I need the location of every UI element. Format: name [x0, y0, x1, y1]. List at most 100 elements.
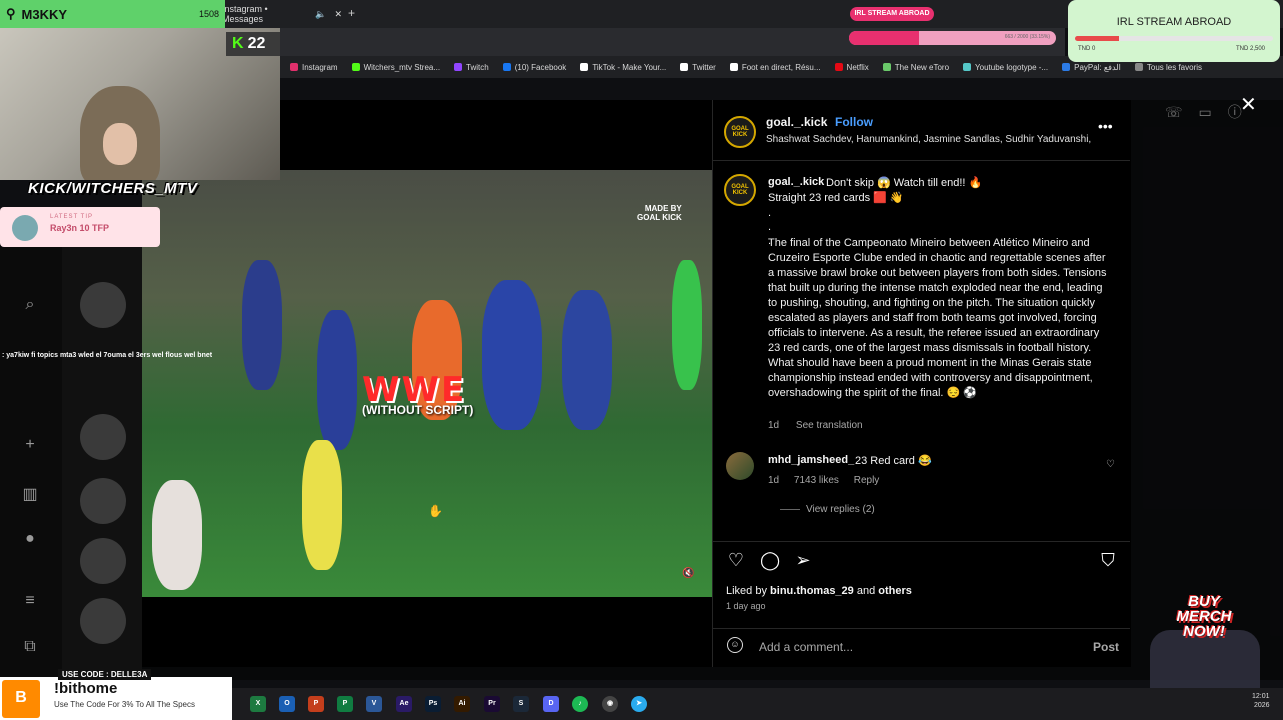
- browser-tab-instagram[interactable]: Instagram • Messages 🔈 ✕: [222, 4, 342, 24]
- premiere-icon[interactable]: Pr: [484, 696, 500, 712]
- add-comment-input[interactable]: Add a comment...: [759, 640, 853, 654]
- divider: [712, 541, 1130, 542]
- keeper-figure: [672, 260, 702, 390]
- liked-by-text: Liked by binu.thomas_29 and others: [726, 585, 912, 597]
- comment-text: 23 Red card 😂: [855, 455, 932, 467]
- info-icon[interactable]: ⓘ: [1228, 104, 1258, 120]
- post-audio-credit[interactable]: Shashwat Sachdev, Hanumankind, Jasmine S…: [766, 134, 1091, 145]
- caption-username[interactable]: goal._.kick: [768, 176, 824, 188]
- avatar[interactable]: [80, 478, 126, 524]
- view-replies-button[interactable]: View replies (2): [780, 504, 875, 515]
- spotify-icon[interactable]: ♪: [572, 696, 588, 712]
- visio-icon[interactable]: V: [366, 696, 382, 712]
- goal-progress-fill: [849, 31, 920, 45]
- dashboard-icon[interactable]: ▥: [20, 484, 40, 504]
- like-heart-icon[interactable]: ♡: [726, 550, 746, 570]
- sponsor-logo-icon: B: [2, 680, 40, 718]
- bookmark-item[interactable]: Youtube logotype -...: [963, 63, 1048, 72]
- create-icon[interactable]: +: [20, 436, 40, 456]
- video-call-icon[interactable]: ▭: [1199, 104, 1228, 120]
- comment-like-icon[interactable]: ♡: [1106, 459, 1115, 470]
- avatar[interactable]: [80, 598, 126, 644]
- after-effects-icon[interactable]: Ae: [396, 696, 412, 712]
- avatar[interactable]: [80, 282, 126, 328]
- tab-close-icon[interactable]: ✕: [334, 9, 342, 20]
- powerpoint-icon[interactable]: P: [308, 696, 324, 712]
- post-author-username[interactable]: goal._.kick: [766, 115, 827, 129]
- liked-by-and: and: [856, 585, 876, 597]
- bookmark-item[interactable]: The New eToro: [882, 63, 949, 72]
- apps-icon[interactable]: ⧉: [20, 638, 40, 658]
- bookmark-label: PayPal: الدفع: [1074, 62, 1121, 72]
- bookmark-label: Youtube logotype -...: [975, 62, 1049, 72]
- caption-age: 1d: [768, 420, 780, 431]
- irl-goal-min: TND 0: [1078, 46, 1096, 52]
- illustrator-icon[interactable]: Ai: [454, 696, 470, 712]
- discord-icon[interactable]: D: [543, 696, 559, 712]
- comment-reply-button[interactable]: Reply: [854, 475, 880, 486]
- menu-icon[interactable]: ≡: [20, 592, 40, 612]
- bookmark-favicon-icon: [963, 63, 972, 71]
- avatar[interactable]: GOAL KICK: [724, 174, 756, 206]
- avatar[interactable]: [80, 538, 126, 584]
- liked-by-prefix: Liked by: [726, 585, 767, 597]
- comment-username[interactable]: mhd_jamsheed_: [768, 454, 854, 466]
- comment-bubble-icon[interactable]: ◯: [760, 550, 780, 570]
- more-options-icon[interactable]: •••: [1098, 118, 1113, 134]
- bookmark-favicon-icon: [729, 63, 738, 71]
- emoji-icon[interactable]: ☺: [727, 637, 743, 653]
- bookmark-favicon-icon: [882, 63, 891, 71]
- tab-mute-icon[interactable]: 🔈: [315, 9, 326, 20]
- goal-progress-text: 663 / 2000 (33.15%): [1004, 34, 1050, 40]
- player-figure: [242, 260, 282, 390]
- bookmark-item[interactable]: Twitch: [454, 63, 489, 72]
- outlook-icon[interactable]: O: [279, 696, 295, 712]
- divider: [712, 628, 1130, 629]
- bookmark-label: Witchers_mtv Strea...: [363, 62, 441, 72]
- profile-icon[interactable]: ●: [20, 530, 40, 550]
- bookmark-item[interactable]: Tous les favoris: [1134, 63, 1202, 72]
- viewer-count: 1508: [198, 9, 219, 19]
- search-icon[interactable]: ⌕: [20, 296, 40, 316]
- telegram-icon[interactable]: ➤: [631, 696, 647, 712]
- avatar[interactable]: GOAL KICK: [724, 116, 756, 148]
- caption-first-line: Don't skip 😱 Watch till end!! 🔥: [826, 177, 983, 189]
- bookmark-item[interactable]: Foot en direct, Résu...: [729, 63, 821, 72]
- phone-icon[interactable]: ☏: [1165, 104, 1199, 120]
- save-bookmark-icon[interactable]: ⛉: [1098, 550, 1118, 570]
- mute-icon[interactable]: 🔇: [682, 568, 696, 582]
- caption-second-line: Straight 23 red cards 🟥 👋: [768, 192, 904, 204]
- bookmark-item[interactable]: (10) Facebook: [502, 63, 566, 72]
- comment-likes[interactable]: 7143 likes: [794, 475, 839, 486]
- bookmark-item[interactable]: Netflix: [834, 63, 869, 72]
- share-send-icon[interactable]: ➢: [793, 550, 813, 570]
- post-comment-button[interactable]: Post: [1093, 640, 1119, 654]
- steam-icon[interactable]: S: [513, 696, 529, 712]
- excel-icon[interactable]: X: [250, 696, 266, 712]
- obs-icon[interactable]: ◉: [602, 696, 618, 712]
- irl-goal-title: IRL STREAM ABROAD: [1116, 16, 1232, 28]
- taskbar-clock[interactable]: 12:01 2026: [1252, 692, 1270, 710]
- liked-by-others[interactable]: others: [878, 585, 912, 597]
- project-icon[interactable]: P: [337, 696, 353, 712]
- chat-message: : ya7kiw fi topics mta3 wled el 7ouma el…: [2, 352, 213, 359]
- streamer-name: M3KKY: [21, 6, 68, 22]
- photoshop-icon[interactable]: Ps: [425, 696, 441, 712]
- bookmark-item[interactable]: PayPal: الدفع: [1062, 63, 1121, 72]
- windows-taskbar: [232, 688, 1283, 720]
- new-tab-button[interactable]: +: [348, 6, 355, 20]
- bookmark-item[interactable]: TikTok - Make Your...: [580, 63, 666, 72]
- avatar[interactable]: [726, 452, 754, 480]
- see-translation-link[interactable]: See translation: [796, 420, 863, 431]
- bookmark-item[interactable]: Twitter: [680, 63, 716, 72]
- follow-button[interactable]: Follow: [835, 115, 873, 129]
- bookmark-item[interactable]: Instagram: [290, 63, 338, 72]
- bookmark-item[interactable]: Witchers_mtv Strea...: [351, 62, 441, 72]
- bookmark-label: Twitter: [692, 62, 716, 72]
- mouse-cursor-icon: ✋: [428, 504, 443, 518]
- bookmark-favicon-icon: [1062, 63, 1071, 71]
- liked-by-user[interactable]: binu.thomas_29: [770, 585, 854, 597]
- irl-goal-track: [1075, 36, 1273, 41]
- post-video[interactable]: MADE BY GOAL KICK WWE (WITHOUT SCRIPT) 🔇: [142, 100, 712, 667]
- avatar[interactable]: [80, 414, 126, 460]
